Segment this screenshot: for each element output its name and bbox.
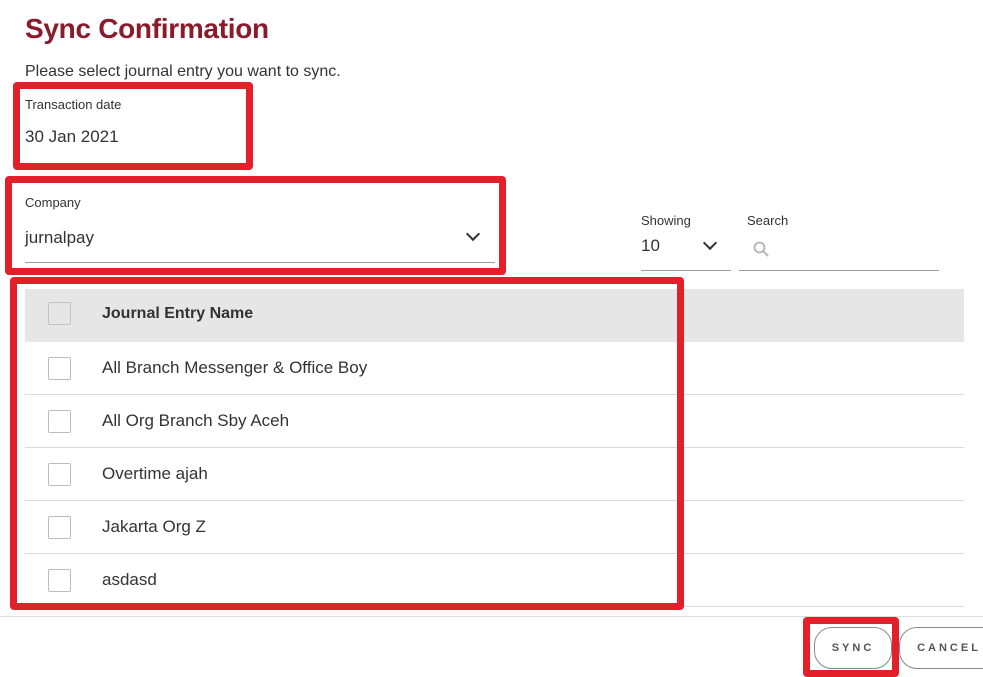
row-checkbox[interactable] bbox=[48, 516, 71, 539]
page-title: Sync Confirmation bbox=[25, 13, 269, 44]
transaction-date-label: Transaction date bbox=[25, 97, 122, 112]
table-row[interactable]: Overtime ajah bbox=[25, 448, 964, 501]
select-all-checkbox[interactable] bbox=[48, 302, 71, 325]
table-header: Journal Entry Name bbox=[25, 289, 964, 342]
showing-label: Showing bbox=[641, 213, 691, 228]
sync-button[interactable]: SYNC bbox=[814, 627, 892, 669]
row-checkbox[interactable] bbox=[48, 357, 71, 380]
showing-select[interactable]: 10 bbox=[641, 233, 731, 271]
journal-entry-name: asdasd bbox=[102, 570, 157, 589]
journal-entry-table: Journal Entry Name All Branch Messenger … bbox=[25, 289, 964, 607]
footer-divider bbox=[0, 616, 983, 617]
company-select[interactable]: jurnalpay bbox=[25, 222, 495, 263]
table-row[interactable]: Jakarta Org Z bbox=[25, 501, 964, 554]
highlight-transaction-date bbox=[13, 82, 253, 170]
search-label: Search bbox=[747, 213, 789, 228]
search-input[interactable] bbox=[775, 237, 935, 265]
company-select-value: jurnalpay bbox=[25, 228, 94, 247]
journal-entry-name: All Branch Messenger & Office Boy bbox=[102, 358, 368, 377]
journal-entry-name: Jakarta Org Z bbox=[102, 517, 206, 536]
chevron-down-icon bbox=[465, 226, 481, 242]
table-row[interactable]: All Org Branch Sby Aceh bbox=[25, 395, 964, 448]
page-subtitle: Please select journal entry you want to … bbox=[25, 63, 341, 80]
row-checkbox[interactable] bbox=[48, 569, 71, 592]
search-icon bbox=[753, 241, 769, 257]
cancel-button[interactable]: CANCEL bbox=[899, 627, 983, 669]
chevron-down-icon bbox=[702, 235, 718, 251]
row-checkbox[interactable] bbox=[48, 410, 71, 433]
journal-entry-name: Overtime ajah bbox=[102, 464, 208, 483]
table-row[interactable]: asdasd bbox=[25, 554, 964, 607]
row-checkbox[interactable] bbox=[48, 463, 71, 486]
company-label: Company bbox=[25, 195, 81, 210]
showing-select-value: 10 bbox=[641, 236, 660, 255]
column-header-journal-entry-name: Journal Entry Name bbox=[102, 305, 254, 322]
table-row[interactable]: All Branch Messenger & Office Boy bbox=[25, 342, 964, 395]
journal-entry-name: All Org Branch Sby Aceh bbox=[102, 411, 290, 430]
transaction-date-value: 30 Jan 2021 bbox=[25, 127, 119, 146]
search-box bbox=[739, 233, 939, 271]
